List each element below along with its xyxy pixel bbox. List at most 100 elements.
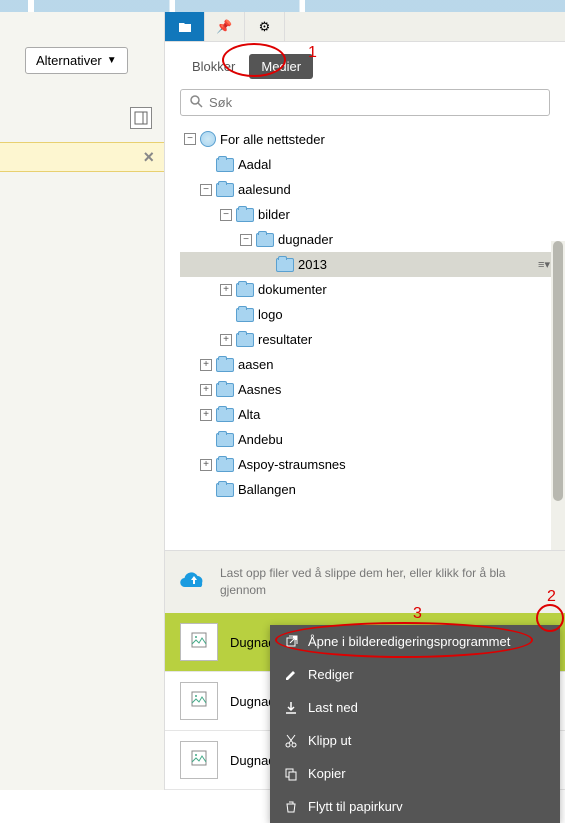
tree-label: Aadal — [238, 157, 271, 172]
tree-label: For alle nettsteder — [220, 132, 325, 147]
upload-dropzone[interactable]: Last opp filer ved å slippe dem her, ell… — [165, 550, 565, 613]
tab-blocks[interactable]: Blokker — [180, 54, 247, 79]
scrollbar-thumb[interactable] — [553, 241, 563, 501]
menu-item-copy[interactable]: Kopier — [270, 757, 560, 790]
tree-label: resultater — [258, 332, 312, 347]
tab-media[interactable]: Medier — [249, 54, 313, 79]
expand-icon[interactable]: + — [220, 284, 232, 296]
tree-item[interactable]: Andebu — [180, 427, 560, 452]
search-box[interactable] — [180, 89, 550, 116]
tree-label: aasen — [238, 357, 273, 372]
tabs-row: Blokker Medier — [165, 42, 565, 79]
expand-icon[interactable]: + — [220, 334, 232, 346]
tree-label: aalesund — [238, 182, 291, 197]
tree-item[interactable]: + Aspoy-straumsnes — [180, 452, 560, 477]
tree-item[interactable]: − dugnader — [180, 227, 560, 252]
tree-item[interactable]: + Alta — [180, 402, 560, 427]
folder-icon — [216, 158, 234, 172]
search-icon — [189, 94, 203, 111]
collapse-icon[interactable]: − — [184, 133, 196, 145]
tree-label: Andebu — [238, 432, 283, 447]
tree-label: Ballangen — [238, 482, 296, 497]
cloud-upload-icon — [180, 566, 208, 598]
pin-icon: 📌 — [216, 19, 232, 35]
tree-label: Alta — [238, 407, 260, 422]
notification-bar: × — [0, 142, 164, 172]
folder-tree: − For alle nettsteder Aadal−aalesund−bil… — [165, 126, 565, 550]
expand-icon[interactable]: + — [200, 384, 212, 396]
folder-icon — [216, 358, 234, 372]
tree-item[interactable]: + dokumenter — [180, 277, 560, 302]
folder-icon — [216, 458, 234, 472]
layout-toggle-button[interactable] — [130, 107, 152, 129]
upload-text: Last opp filer ved å slippe dem her, ell… — [220, 565, 550, 599]
tree-label: dugnader — [278, 232, 333, 247]
trash-icon — [284, 800, 298, 814]
menu-item-label: Åpne i bilderedigeringsprogrammet — [308, 634, 510, 649]
gear-icon: ⚙ — [259, 19, 271, 35]
folder-icon — [276, 258, 294, 272]
broken-image-icon — [191, 691, 207, 712]
folder-icon — [178, 20, 192, 34]
file-thumbnail — [180, 623, 218, 661]
tree-item[interactable]: + resultater — [180, 327, 560, 352]
menu-item-label: Last ned — [308, 700, 358, 715]
open-icon — [284, 635, 298, 649]
collapse-icon[interactable]: − — [240, 234, 252, 246]
panel-header: 📌 ⚙ — [165, 12, 565, 42]
scrollbar[interactable] — [551, 241, 565, 550]
folder-icon — [256, 233, 274, 247]
menu-item-download[interactable]: Last ned — [270, 691, 560, 724]
tree-item[interactable]: + Aasnes — [180, 377, 560, 402]
settings-button[interactable]: ⚙ — [245, 12, 285, 41]
collapse-icon[interactable]: − — [220, 209, 232, 221]
file-name: Dugnad — [230, 694, 276, 709]
folder-icon — [236, 208, 254, 222]
menu-item-open[interactable]: Åpne i bilderedigeringsprogrammet — [270, 625, 560, 658]
menu-item-label: Kopier — [308, 766, 346, 781]
tree-item[interactable]: − bilder — [180, 202, 560, 227]
expand-icon[interactable]: + — [200, 459, 212, 471]
folder-icon — [216, 183, 234, 197]
tree-item[interactable]: Aadal — [180, 152, 560, 177]
tree-item[interactable]: Ballangen — [180, 477, 560, 502]
chevron-down-icon: ▼ — [107, 55, 117, 66]
tree-item[interactable]: 2013≡▾ — [180, 252, 560, 277]
tree-item[interactable]: + aasen — [180, 352, 560, 377]
tree-label: logo — [258, 307, 283, 322]
file-thumbnail — [180, 741, 218, 779]
tree-label: bilder — [258, 207, 290, 222]
download-icon — [284, 701, 298, 715]
tree-item[interactable]: logo — [180, 302, 560, 327]
globe-icon — [200, 131, 216, 147]
menu-item-edit[interactable]: Rediger — [270, 658, 560, 691]
copy-icon — [284, 767, 298, 781]
tree-label: Aasnes — [238, 382, 281, 397]
pages-tab-button[interactable] — [165, 12, 205, 41]
tree-label: 2013 — [298, 257, 327, 272]
menu-item-label: Klipp ut — [308, 733, 351, 748]
broken-image-icon — [191, 750, 207, 771]
expand-icon[interactable]: + — [200, 359, 212, 371]
pin-button[interactable]: 📌 — [205, 12, 245, 41]
folder-icon — [216, 383, 234, 397]
menu-item-trash[interactable]: Flytt til papirkurv — [270, 790, 560, 823]
tree-root[interactable]: − For alle nettsteder — [180, 126, 560, 152]
menu-item-cut[interactable]: Klipp ut — [270, 724, 560, 757]
tree-label: Aspoy-straumsnes — [238, 457, 346, 472]
close-icon[interactable]: × — [143, 147, 154, 168]
file-thumbnail — [180, 682, 218, 720]
folder-icon — [216, 433, 234, 447]
folder-icon — [236, 333, 254, 347]
context-menu: Åpne i bilderedigeringsprogrammet Rediger… — [270, 625, 560, 823]
expand-icon[interactable]: + — [200, 409, 212, 421]
file-name: Dugnad — [230, 753, 276, 768]
tree-item[interactable]: − aalesund — [180, 177, 560, 202]
folder-icon — [216, 408, 234, 422]
search-input[interactable] — [209, 95, 541, 110]
options-dropdown[interactable]: Alternativer ▼ — [25, 47, 128, 74]
collapse-icon[interactable]: − — [200, 184, 212, 196]
folder-icon — [216, 483, 234, 497]
window-titlebar — [0, 0, 565, 12]
tree-label: dokumenter — [258, 282, 327, 297]
